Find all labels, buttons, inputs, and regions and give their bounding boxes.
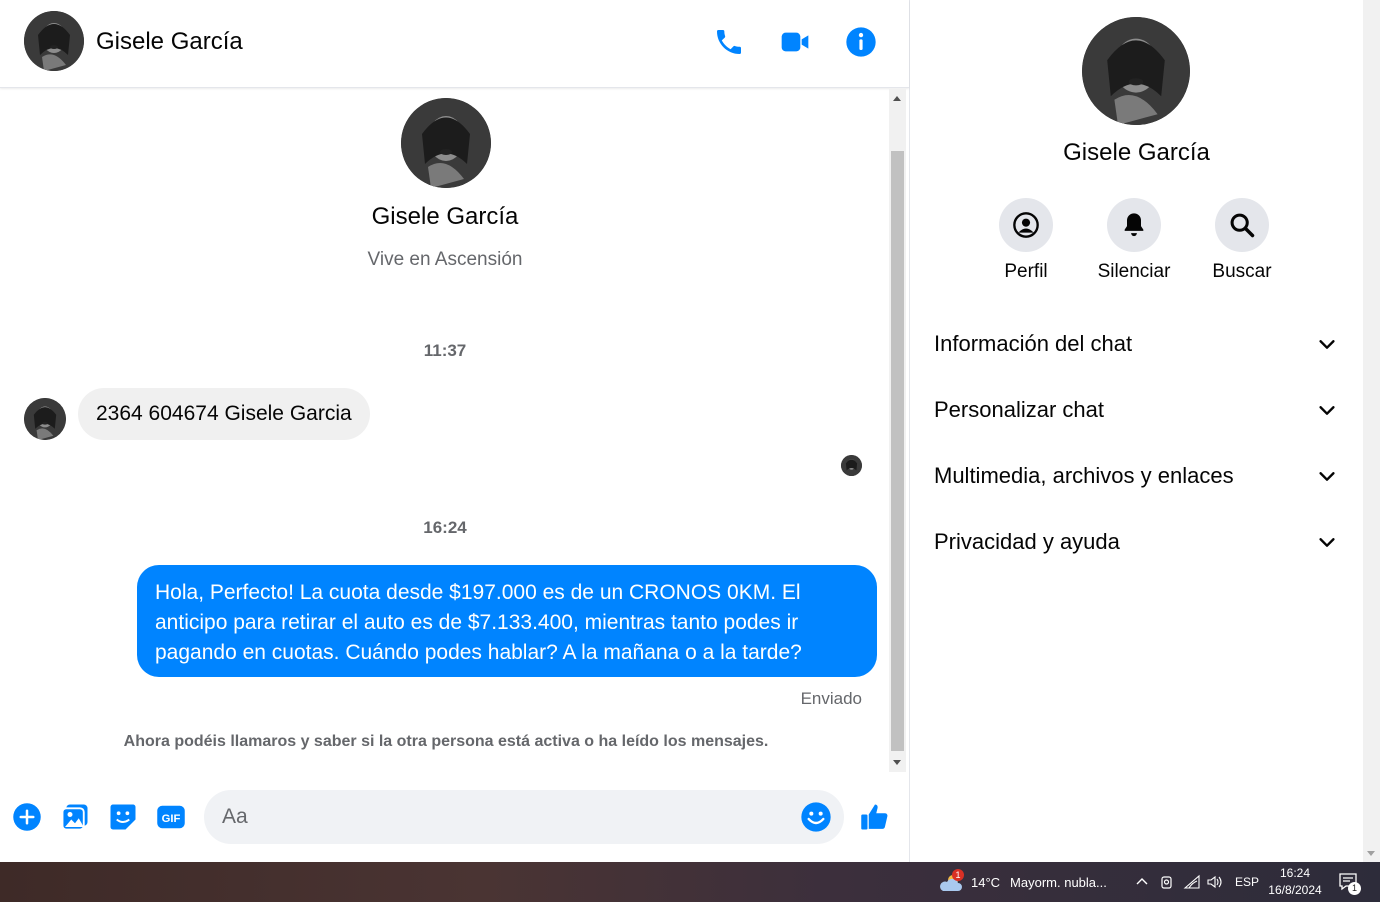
search-label: Buscar xyxy=(1212,261,1272,282)
section-customize-chat[interactable]: Personalizar chat xyxy=(924,382,1348,438)
profile-button[interactable]: Perfil xyxy=(986,198,1066,283)
chat-column: Gisele García Gisele García Vive en Asce… xyxy=(0,0,910,862)
conversation-info-button[interactable] xyxy=(841,22,881,62)
notifications-button[interactable]: 1 xyxy=(1338,862,1361,902)
section-label: Información del chat xyxy=(934,331,1133,356)
chevron-up-icon xyxy=(1136,878,1148,885)
wifi-icon xyxy=(1183,874,1200,889)
mute-button[interactable]: Silenciar xyxy=(1094,198,1174,283)
outgoing-message-bubble[interactable]: Hola, Perfecto! La cuota desde $197.000 … xyxy=(137,565,877,677)
chevron-down-icon xyxy=(1319,538,1335,547)
message-input-box[interactable] xyxy=(204,790,844,844)
svg-text:GIF: GIF xyxy=(162,813,181,825)
phone-icon xyxy=(717,30,741,54)
chevron-down-icon xyxy=(1319,406,1335,415)
system-clock[interactable]: 16:24 16/8/2024 xyxy=(1262,865,1328,899)
image-icon xyxy=(61,804,88,831)
section-label: Multimedia, archivos y enlaces xyxy=(934,463,1234,488)
attach-image-button[interactable] xyxy=(58,800,92,834)
section-label: Privacidad y ayuda xyxy=(934,529,1120,554)
thumbs-up-icon xyxy=(861,804,888,830)
info-icon xyxy=(846,27,876,57)
message-list[interactable]: Gisele García Vive en Ascensión 11:37 23… xyxy=(0,89,888,772)
section-chat-info[interactable]: Información del chat xyxy=(924,316,1348,372)
video-camera-icon xyxy=(781,32,809,52)
section-media-files-links[interactable]: Multimedia, archivos y enlaces xyxy=(924,448,1348,504)
clock-time: 16:24 xyxy=(1279,866,1311,880)
weather-widget[interactable]: 1 14°C Mayorm. nubla... xyxy=(938,862,1107,902)
scroll-up-arrow-icon[interactable] xyxy=(893,96,901,101)
system-notice: Ahora podéis llamaros y saber si la otra… xyxy=(123,733,769,750)
message-input[interactable] xyxy=(222,790,792,844)
scroll-down-arrow-icon[interactable] xyxy=(893,760,901,765)
composer: GIF xyxy=(0,772,909,862)
like-button[interactable] xyxy=(858,800,892,834)
section-privacy-help[interactable]: Privacidad y ayuda xyxy=(924,514,1348,570)
volume-button[interactable] xyxy=(1206,862,1224,902)
section-label: Personalizar chat xyxy=(934,397,1104,422)
network-button[interactable] xyxy=(1183,862,1201,902)
messenger-app: Gisele García Gisele García Vive en Asce… xyxy=(0,0,1380,862)
mute-label: Silenciar xyxy=(1097,261,1171,282)
scroll-thumb[interactable] xyxy=(891,151,904,751)
scroll-down-arrow-icon[interactable] xyxy=(1367,851,1375,856)
speaker-icon xyxy=(1207,875,1222,889)
search-icon xyxy=(1230,213,1255,238)
plus-circle-icon xyxy=(13,803,41,831)
bell-icon xyxy=(1124,213,1144,237)
profile-label: Perfil xyxy=(1004,261,1048,282)
chevron-down-icon xyxy=(1319,340,1335,349)
contact-avatar[interactable] xyxy=(24,11,84,71)
notification-count: 1 xyxy=(1348,882,1361,895)
clock-date: 16/8/2024 xyxy=(1268,883,1322,897)
header-contact-name[interactable]: Gisele García xyxy=(96,28,243,56)
message-scrollbar[interactable] xyxy=(889,89,906,772)
message-status: Enviado xyxy=(800,689,862,708)
search-button[interactable]: Buscar xyxy=(1202,198,1282,283)
sender-avatar[interactable] xyxy=(24,398,66,440)
chevron-down-icon xyxy=(1319,472,1335,481)
read-receipt-avatar xyxy=(841,455,862,476)
weather-alert-badge: 1 xyxy=(952,869,964,881)
taskbar: 1 14°C Mayorm. nubla... ESP 16:24 16/8/2… xyxy=(0,862,1380,902)
panel-avatar[interactable] xyxy=(1082,17,1190,125)
timestamp-separator: 11:37 xyxy=(423,341,467,360)
meet-icon-button[interactable] xyxy=(1159,862,1175,902)
camera-tray-icon xyxy=(1161,876,1172,889)
panel-contact-name: Gisele García xyxy=(1063,139,1210,166)
intro-location: Vive en Ascensión xyxy=(367,249,523,270)
temperature: 14°C xyxy=(971,874,1001,890)
sticker-icon xyxy=(110,804,136,830)
voice-call-button[interactable] xyxy=(709,22,749,62)
timestamp-separator: 16:24 xyxy=(423,518,467,537)
profile-icon xyxy=(1013,212,1039,238)
panel-scrollbar[interactable] xyxy=(1363,0,1380,862)
video-call-button[interactable] xyxy=(775,22,815,62)
gif-button[interactable]: GIF xyxy=(154,800,188,834)
incoming-message-bubble[interactable]: 2364 604674 Gisele Garcia xyxy=(78,388,370,440)
weather-text: Mayorm. nubla... xyxy=(1010,874,1107,890)
gif-icon: GIF xyxy=(157,805,185,829)
more-actions-button[interactable] xyxy=(10,800,44,834)
input-language[interactable]: ESP xyxy=(1235,862,1259,902)
intro-contact-name: Gisele García xyxy=(371,203,519,230)
emoji-button[interactable] xyxy=(800,801,832,833)
show-hidden-icons-button[interactable] xyxy=(1134,862,1150,902)
chat-header: Gisele García xyxy=(0,0,909,88)
intro-avatar[interactable] xyxy=(401,98,491,188)
sticker-button[interactable] xyxy=(106,800,140,834)
smiley-icon xyxy=(801,802,831,832)
conversation-info-panel: Gisele García Perfil Silenciar Buscar In… xyxy=(910,0,1363,862)
